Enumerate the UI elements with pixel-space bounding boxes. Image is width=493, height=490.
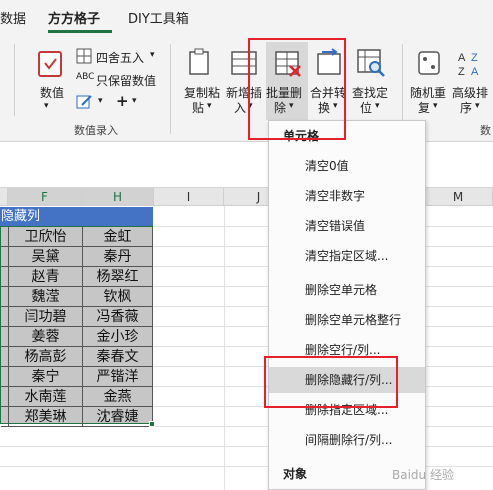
round-label: 四舍五入 (96, 51, 145, 65)
table-header-cell[interactable]: 隐藏列 (0, 207, 153, 226)
table-cell[interactable]: 卫欣怡 (9, 227, 83, 247)
plus-icon[interactable]: + (116, 92, 129, 110)
highlight-box-ribbon (248, 38, 346, 140)
abc-icon: ABC (76, 72, 95, 82)
table-cell[interactable]: 姜蓉 (9, 327, 83, 347)
menu-item-clear-zero[interactable]: 清空0值 (269, 153, 425, 179)
keep-numeric-label: 只保留数值 (96, 74, 157, 88)
chevron-down-icon: ▾ (98, 96, 103, 106)
chevron-down-icon: ▾ (150, 50, 155, 60)
menu-item-delete-empty-cell-rows[interactable]: 删除空单元格整行 (269, 307, 425, 333)
column-header-i[interactable]: I (154, 188, 224, 206)
sort-az-icon: A Z Z A (458, 52, 479, 78)
menu-item-clear-error[interactable]: 清空错误值 (269, 213, 425, 239)
column-header-m[interactable]: M (424, 188, 493, 206)
chevron-down-icon: ▾ (475, 101, 480, 111)
table-cell[interactable]: 钦枫 (83, 287, 153, 307)
column-header-partial (0, 188, 8, 206)
table-cell[interactable]: 赵青 (9, 267, 83, 287)
number-format-icon (38, 51, 62, 77)
menu-item-interval-delete[interactable]: 间隔删除行/列... (269, 427, 425, 453)
menu-item-clear-non-number[interactable]: 清空非数字 (269, 183, 425, 209)
table-cell[interactable]: 魏滢 (9, 287, 83, 307)
table-cell[interactable]: 秦春文 (83, 347, 153, 367)
advanced-sort-label-2: 序 (460, 101, 473, 115)
edit-list-icon[interactable] (76, 94, 94, 110)
watermark: Baidu 经验 (392, 468, 454, 482)
table-cell[interactable]: 秦宁 (9, 367, 83, 387)
table-cell[interactable]: 金虹 (83, 227, 153, 247)
number-button-label: 数值 (40, 86, 65, 100)
random-repeat-label-2: 复 (418, 101, 431, 115)
data-table[interactable]: 卫欣怡 金虹 吴黛 秦丹 赵青 杨翠红 魏滢 钦枫 闫功碧 冯香薇 姜蓉 金小珍… (0, 226, 153, 427)
dice-icon (418, 51, 440, 75)
table-cell[interactable]: 杨翠红 (83, 267, 153, 287)
find-locate-label-2: 位 (360, 101, 373, 115)
table-cell[interactable]: 郑美琳 (9, 407, 83, 427)
column-header-f[interactable]: F (8, 188, 82, 206)
fill-handle[interactable] (149, 421, 155, 427)
chevron-down-icon: ▾ (44, 101, 49, 111)
find-grid-icon (357, 49, 385, 77)
ribbon-tab-bar: 数据 方方格子 DIY工具箱 (0, 0, 493, 34)
menu-item-clear-range[interactable]: 清空指定区域... (269, 243, 425, 269)
column-header-h[interactable]: H (82, 188, 154, 206)
table-cell[interactable]: 冯香薇 (83, 307, 153, 327)
grid-round-icon (76, 48, 92, 64)
table-cell[interactable]: 严锴洋 (83, 367, 153, 387)
new-insert-label-2: 入 (234, 101, 247, 115)
table-cell[interactable]: 沈睿婕 (83, 407, 153, 427)
tab-diy-toolbox[interactable]: DIY工具箱 (128, 8, 189, 27)
copy-paste-label-2: 贴 (192, 101, 205, 115)
menu-item-delete-empty-cells[interactable]: 删除空单元格 (269, 277, 425, 303)
group-name-cut: 数 (480, 124, 491, 137)
svg-text:Z: Z (471, 52, 478, 64)
tab-fangfanggezi[interactable]: 方方格子 (48, 8, 100, 27)
chevron-down-icon: ▾ (375, 101, 380, 111)
svg-text:A: A (458, 52, 466, 64)
chevron-down-icon: ▾ (433, 101, 438, 111)
ribbon-separator (170, 44, 171, 134)
tab-data[interactable]: 数据 (0, 8, 26, 27)
table-cell[interactable]: 水南莲 (9, 387, 83, 407)
table-cell[interactable]: 杨高彭 (9, 347, 83, 367)
active-tab-underline (48, 30, 112, 33)
table-cell[interactable]: 金小珍 (83, 327, 153, 347)
batch-delete-menu: 单元格 清空0值 清空非数字 清空错误值 清空指定区域... 删除空单元格 删除… (268, 120, 426, 490)
chevron-down-icon: ▾ (207, 101, 212, 111)
ribbon-separator (14, 44, 15, 116)
table-cell[interactable]: 闫功碧 (9, 307, 83, 327)
table-cell[interactable]: 吴黛 (9, 247, 83, 267)
svg-text:Z: Z (458, 66, 465, 78)
clipboard-icon (189, 48, 209, 75)
svg-text:A: A (471, 66, 479, 78)
table-cell[interactable]: 金燕 (83, 387, 153, 407)
chevron-down-icon: ▾ (132, 96, 137, 106)
highlight-box-menu (264, 356, 398, 408)
gridline (224, 206, 225, 490)
table-cell[interactable]: 秦丹 (83, 247, 153, 267)
group-number-input: 数值录入 (74, 124, 118, 137)
menu-section-object: 对象 (283, 467, 308, 481)
